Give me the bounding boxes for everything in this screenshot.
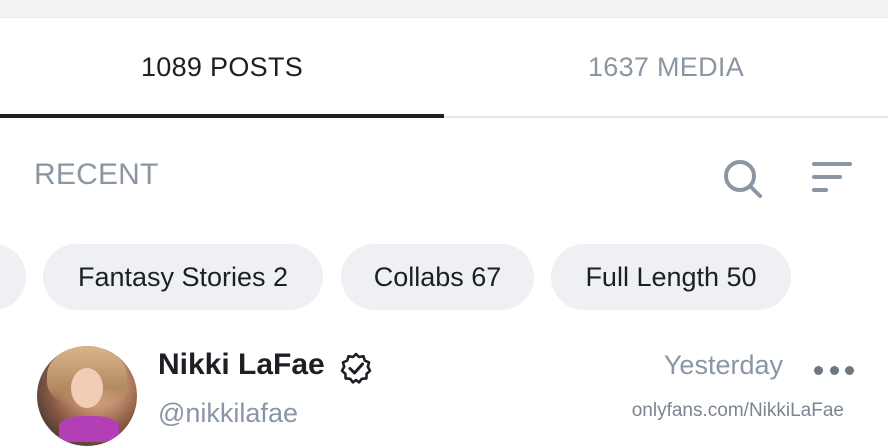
more-icon[interactable]: [814, 362, 854, 378]
author-name[interactable]: Nikki LaFae: [158, 348, 325, 382]
author-handle[interactable]: @nikkilafae: [158, 398, 298, 429]
posts-toolbar: RECENT: [0, 118, 888, 230]
post-timestamp: Yesterday: [663, 350, 783, 380]
tab-media[interactable]: 1637 MEDIA: [444, 18, 888, 116]
watermark-url: onlyfans.com/NikkiLaFae: [631, 400, 844, 421]
post-header: Nikki LaFae @nikkilafae Yesterday onlyfa…: [0, 330, 888, 446]
top-strip: [0, 0, 888, 18]
more-icon-dot: [814, 365, 823, 375]
tab-posts[interactable]: 1089 POSTS: [0, 18, 444, 116]
category-chip-collabs[interactable]: Collabs 67: [341, 244, 534, 310]
verified-icon: [340, 352, 372, 384]
more-icon-dot: [845, 365, 854, 375]
avatar-face-shape: [71, 368, 103, 408]
category-chip-full-length[interactable]: Full Length 50: [551, 244, 791, 310]
avatar[interactable]: [37, 346, 137, 446]
category-chips: Fantasy Stories 2 Collabs 67 Full Length…: [0, 244, 888, 312]
avatar-top-shape: [59, 416, 119, 442]
category-chip-partial[interactable]: [0, 244, 26, 310]
sort-order-label: RECENT: [34, 158, 159, 191]
sort-icon[interactable]: [810, 156, 854, 200]
search-icon[interactable]: [720, 156, 764, 200]
more-icon-dot: [829, 365, 839, 375]
category-chip-fantasy-stories[interactable]: Fantasy Stories 2: [43, 244, 323, 310]
profile-posts-view: 1089 POSTS 1637 MEDIA RECENT Fantasy Sto…: [0, 0, 888, 446]
content-tabs: 1089 POSTS 1637 MEDIA: [0, 18, 888, 118]
